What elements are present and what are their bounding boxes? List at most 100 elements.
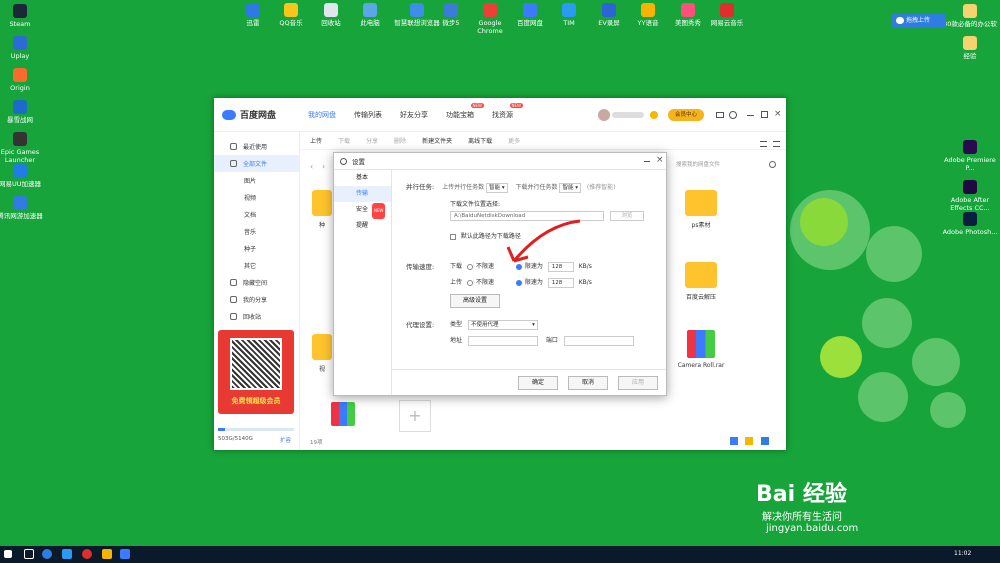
sidebar-item[interactable]: 其它	[214, 257, 299, 274]
main-tab[interactable]: 找资源 NEW	[492, 102, 523, 120]
tab-label: 传输列表	[354, 110, 382, 119]
apply-button[interactable]: 应用	[618, 376, 658, 390]
proxy-type-select[interactable]: 不使用代理 ▾	[467, 319, 538, 330]
list-view-icon[interactable]	[773, 141, 780, 147]
desktop-icon[interactable]: 网易UU加速器	[0, 164, 48, 188]
minimize-icon[interactable]	[644, 161, 650, 162]
desktop-icon[interactable]: 此电脑	[347, 3, 393, 27]
sidebar-item[interactable]: 隐藏空间	[214, 274, 299, 291]
sidebar-item[interactable]: 全部文件	[214, 155, 299, 172]
toolbar-button[interactable]: 更多	[508, 136, 520, 145]
sidebar-item[interactable]: 图片	[214, 172, 299, 189]
toolbar-button[interactable]: 分享	[366, 136, 378, 145]
expand-link[interactable]: 扩容	[280, 436, 291, 444]
settings-nav-item[interactable]: 基本	[334, 170, 391, 186]
vip-center-button[interactable]: 会员中心	[668, 109, 704, 121]
ok-button[interactable]: 确定	[518, 376, 558, 390]
default-path-checkbox[interactable]	[450, 233, 456, 240]
windows-start-icon[interactable]	[4, 550, 12, 558]
app-taskbar-icon[interactable]	[102, 549, 112, 559]
gear-icon[interactable]	[729, 111, 737, 119]
minimize-icon[interactable]	[747, 115, 754, 116]
maximize-icon[interactable]	[761, 111, 768, 118]
desktop-icon[interactable]: 网易云音乐	[704, 3, 750, 27]
main-tab[interactable]: 功能宝箱 NEW	[446, 102, 484, 120]
grid-view-icon[interactable]	[730, 437, 738, 445]
search-input[interactable]: 搜索我的网盘文件	[676, 158, 780, 172]
download-unlimited-radio[interactable]	[466, 263, 473, 270]
sort-icon[interactable]	[760, 141, 767, 147]
sidebar-item-label: 文档	[244, 212, 257, 219]
settings-nav-item[interactable]: 安全 NEW	[334, 202, 391, 219]
clock[interactable]: 11:02	[954, 550, 971, 557]
desktop-icon-label: Adobe Premiere P...	[944, 156, 996, 172]
desktop-icon[interactable]: 30款必备的办公软	[942, 4, 998, 28]
file-item-partial[interactable]: 视	[310, 334, 334, 373]
new-badge: NEW	[372, 203, 386, 219]
close-icon[interactable]: ×	[774, 109, 782, 119]
upload-limit-radio[interactable]	[515, 279, 522, 286]
upload-unlimited-radio[interactable]	[466, 279, 473, 286]
desktop-icon[interactable]: Epic Games Launcher	[0, 132, 48, 164]
desktop-icon[interactable]: 腾讯网游加速器	[0, 196, 48, 220]
settings-nav-item[interactable]: 传输	[334, 186, 391, 202]
app-icon	[13, 36, 27, 50]
upload-parallel-select[interactable]: 智能 ▾	[486, 182, 508, 193]
forward-icon[interactable]: ›	[322, 162, 325, 171]
main-tab[interactable]: 我的网盘	[308, 110, 336, 120]
desktop-icon[interactable]: Adobe After Effects CC...	[942, 180, 998, 212]
mail-icon[interactable]	[716, 112, 724, 118]
file-item-partial[interactable]: 种	[310, 190, 334, 229]
proxy-addr-input[interactable]	[467, 335, 538, 346]
desktop-icon[interactable]: Origin	[0, 68, 48, 92]
main-tab[interactable]: 传输列表	[354, 110, 382, 120]
sidebar-item[interactable]: 文档	[214, 206, 299, 223]
app-taskbar-icon[interactable]	[82, 549, 92, 559]
file-item-ps[interactable]: ps素材	[676, 190, 726, 229]
desktop-icon[interactable]: Uplay	[0, 36, 48, 60]
desktop-icon[interactable]: 经验	[942, 36, 998, 60]
settings-nav-item[interactable]: 提醒	[334, 218, 391, 234]
advanced-settings-button[interactable]: 高级设置	[450, 294, 500, 308]
cancel-button[interactable]: 取消	[568, 376, 608, 390]
toolbar-button[interactable]: 离线下载	[468, 136, 492, 145]
desktop-icon[interactable]: Adobe Photosh...	[942, 212, 998, 236]
upload-drag-button[interactable]: 拖拽上传	[892, 14, 946, 28]
browser-taskbar-icon[interactable]	[42, 549, 52, 559]
sidebar-item-icon	[230, 313, 237, 320]
file-item-baidu-unzip[interactable]: 百度云解压	[676, 262, 726, 301]
sidebar-item[interactable]: 我的分享	[214, 291, 299, 308]
download-path-label: 下载文件位置选择:	[450, 201, 501, 208]
lock-icon[interactable]	[761, 437, 769, 445]
desktop-icon[interactable]: Adobe Premiere P...	[942, 140, 998, 172]
upload-limit-input[interactable]: 128	[547, 277, 574, 288]
close-icon[interactable]: ×	[656, 155, 664, 165]
promo-banner[interactable]: 免费领超级会员	[218, 330, 294, 414]
avatar[interactable]	[598, 109, 610, 121]
toolbar-button[interactable]: 新建文件夹	[422, 136, 452, 145]
app-taskbar-icon[interactable]	[62, 549, 72, 559]
main-tab[interactable]: 好友分享	[400, 110, 428, 120]
netdisk-taskbar-icon[interactable]	[120, 549, 130, 559]
browse-button[interactable]: 浏览	[609, 211, 644, 221]
proxy-port-input[interactable]	[563, 335, 634, 346]
add-item-button[interactable]: +	[399, 400, 431, 432]
back-icon[interactable]: ‹	[310, 162, 313, 171]
toolbar-button[interactable]: 删除	[394, 136, 406, 145]
sidebar-item[interactable]: 视频	[214, 189, 299, 206]
settings-nav-label: 安全	[356, 206, 369, 213]
sidebar-item[interactable]: 回收站	[214, 308, 299, 325]
sidebar-item[interactable]: 种子	[214, 240, 299, 257]
desktop-icon-label: 暴雪战网	[7, 116, 33, 124]
sidebar-item[interactable]: 音乐	[214, 223, 299, 240]
task-view-icon[interactable]	[24, 549, 34, 559]
download-parallel-select[interactable]: 智能 ▾	[559, 182, 581, 193]
sidebar-item[interactable]: 最近使用	[214, 138, 299, 155]
desktop-icon[interactable]: 暴雪战网	[0, 100, 48, 124]
upload-status-icon[interactable]	[745, 437, 753, 445]
toolbar-button[interactable]: 下载	[338, 136, 350, 145]
rar-icon[interactable]	[331, 402, 355, 426]
toolbar-button[interactable]: 上传	[310, 136, 322, 145]
desktop-icon[interactable]: Steam	[0, 4, 48, 28]
file-item-camera-roll[interactable]: Camera Roll.rar	[676, 330, 726, 369]
